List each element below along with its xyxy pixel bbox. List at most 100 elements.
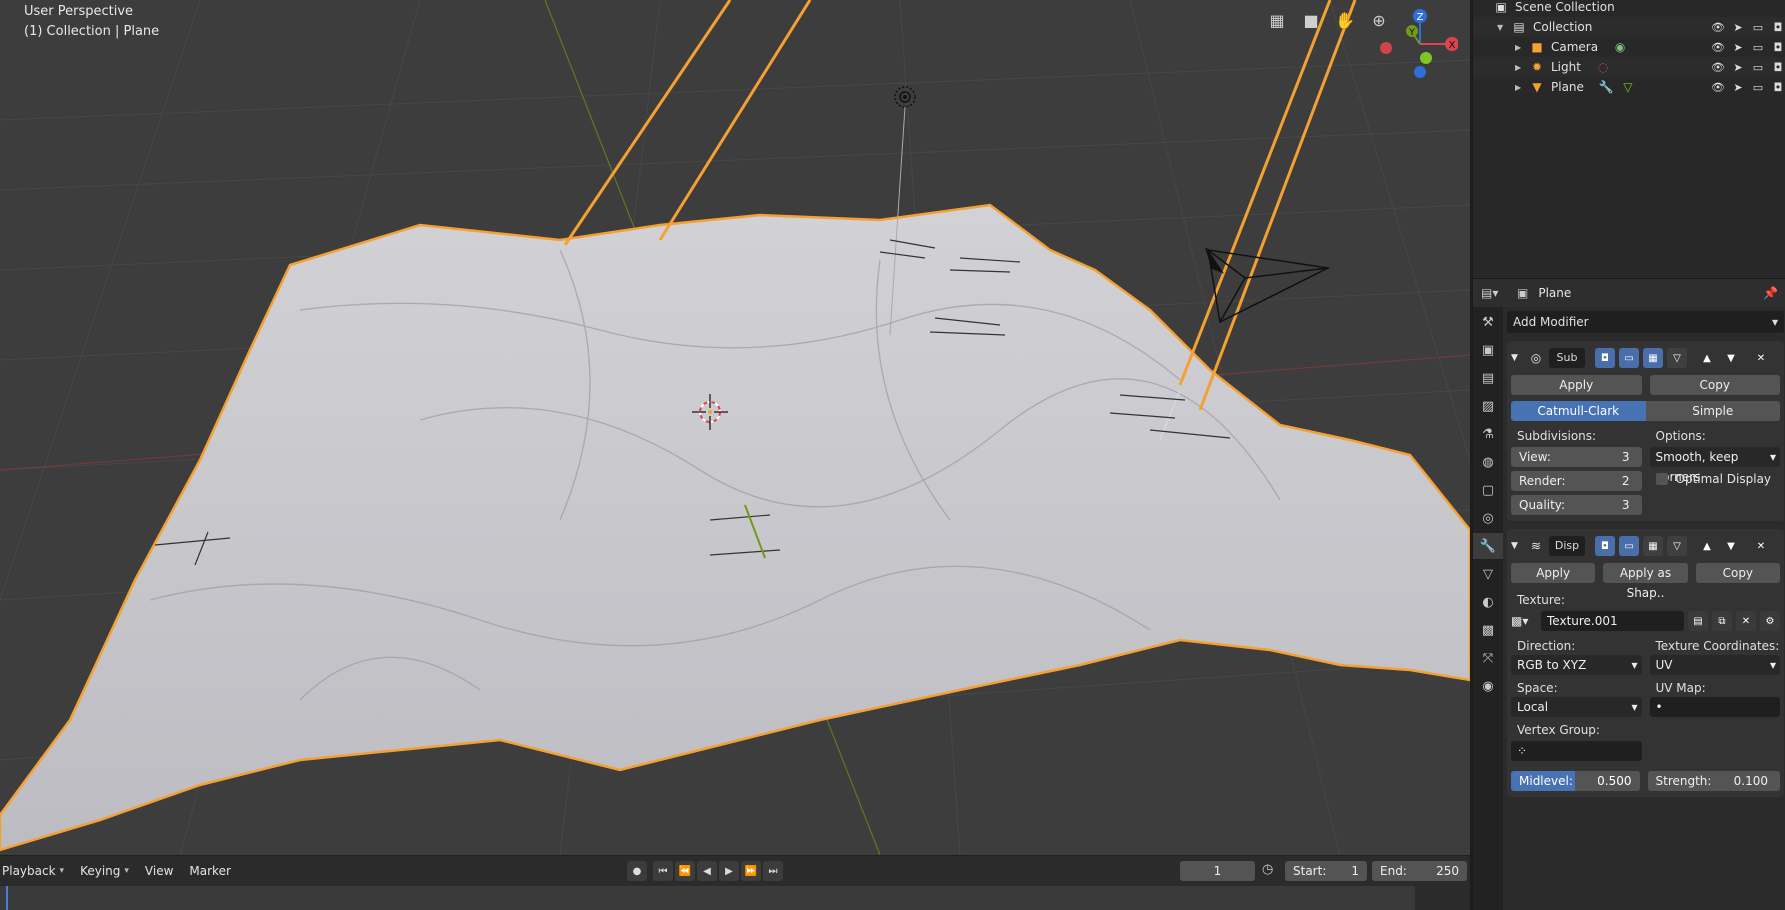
timeline-track[interactable] xyxy=(0,886,1415,910)
monitor-icon[interactable]: ▭ xyxy=(1750,39,1766,55)
gizmo-neg-x-handle[interactable] xyxy=(1380,42,1392,54)
uv-smooth-dropdown[interactable]: Smooth, keep corners ▾ xyxy=(1649,447,1780,484)
camera-data-icon[interactable]: ◉ xyxy=(1612,39,1628,55)
3d-viewport[interactable]: User Perspective (1) Collection | Plane … xyxy=(0,0,1470,855)
texture-tab-icon[interactable]: ▩ xyxy=(1473,617,1503,643)
outliner-item-camera[interactable]: ▶ ■ Camera ◉ 👁 ➤ ▭ ◘ xyxy=(1473,37,1785,57)
chevron-right-icon[interactable]: ▶ xyxy=(1515,43,1525,52)
texture-name-field[interactable]: Texture.001 xyxy=(1541,611,1684,631)
monitor-icon[interactable]: ▭ xyxy=(1750,19,1766,35)
outliner-scene-collection[interactable]: ▣ Scene Collection xyxy=(1473,0,1785,17)
render-camera-icon[interactable]: ◘ xyxy=(1770,19,1785,35)
chevron-right-icon[interactable]: ▶ xyxy=(1515,83,1525,92)
simple-option[interactable]: Simple xyxy=(1645,401,1780,421)
light-data-icon[interactable]: ◌ xyxy=(1595,59,1611,75)
light-object[interactable] xyxy=(894,86,916,108)
quality-field[interactable]: Quality: 3 xyxy=(1511,495,1642,515)
view-layer-tab-icon[interactable]: ▨ xyxy=(1473,393,1503,419)
end-frame-field[interactable]: End: 250 xyxy=(1372,861,1467,881)
tool-tab-icon[interactable]: ⚒ xyxy=(1473,309,1503,335)
view-levels-field[interactable]: View: 3 xyxy=(1511,447,1642,467)
collapse-triangle-icon[interactable]: ▼ xyxy=(1511,353,1523,363)
displace-copy-button[interactable]: Copy xyxy=(1695,563,1780,583)
outliner-item-plane[interactable]: ▶ ▼ Plane 🔧 ▽ 👁 ➤ ▭ ◘ xyxy=(1473,77,1785,97)
direction-dropdown[interactable]: RGB to XYZ ▾ xyxy=(1511,655,1642,675)
edit-mode-toggle-icon[interactable]: ▦ xyxy=(1643,536,1663,556)
clock-icon[interactable]: ◷ xyxy=(1262,862,1280,880)
gizmo-neg-y-handle[interactable] xyxy=(1420,52,1432,64)
duplicate-icon[interactable]: ⧉ xyxy=(1712,611,1732,631)
navigation-gizmo[interactable]: Z X Y xyxy=(1372,6,1458,84)
render-tab-icon[interactable]: ▣ xyxy=(1473,337,1503,363)
apply-as-shape-button[interactable]: Apply as Shap.. xyxy=(1603,563,1688,600)
monitor-icon[interactable]: ▭ xyxy=(1750,79,1766,95)
strength-field[interactable]: Strength: 0.100 xyxy=(1647,771,1780,791)
properties-editor[interactable]: ▤▾ ▣ Plane 📌 ⚒ ▣ ▤ ▨ ⚗ ◍ ▢ ◎ 🔧 ▽ ◐ ▩ ⤧ ◉… xyxy=(1472,278,1785,910)
next-keyframe-icon[interactable]: ⏩ xyxy=(741,861,761,881)
pin-icon[interactable]: 📌 xyxy=(1763,286,1778,300)
midlevel-slider[interactable]: Midlevel: 0.500 xyxy=(1511,771,1640,791)
eye-icon[interactable]: 👁 xyxy=(1710,19,1726,35)
jump-end-icon[interactable]: ⏭ xyxy=(763,861,783,881)
monitor-icon[interactable]: ▭ xyxy=(1750,59,1766,75)
texture-settings-icon[interactable]: ⚙ xyxy=(1760,611,1780,631)
move-down-icon[interactable]: ▼ xyxy=(1721,348,1741,368)
object-data-tab-icon[interactable]: ◉ xyxy=(1473,673,1503,699)
uv-map-field[interactable]: • xyxy=(1649,697,1780,717)
menu-keying[interactable]: Keying ▾ xyxy=(80,864,137,878)
unlink-icon[interactable]: ✕ xyxy=(1736,611,1756,631)
select-arrow-icon[interactable]: ➤ xyxy=(1730,19,1746,35)
monitor-toggle-icon[interactable]: ▭ xyxy=(1619,348,1639,368)
select-arrow-icon[interactable]: ➤ xyxy=(1730,59,1746,75)
move-down-icon[interactable]: ▼ xyxy=(1721,536,1741,556)
menu-playback[interactable]: Playback ▾ xyxy=(2,864,72,878)
outliner-collection[interactable]: ▼ ▤ Collection 👁 ➤ ▭ ◘ xyxy=(1473,17,1785,37)
menu-view[interactable]: View xyxy=(145,864,181,878)
space-dropdown[interactable]: Local ▾ xyxy=(1511,697,1642,717)
close-icon[interactable]: ✕ xyxy=(1751,348,1771,368)
record-icon[interactable]: ● xyxy=(627,861,647,881)
mesh-data-icon[interactable]: ▽ xyxy=(1620,79,1636,95)
close-icon[interactable]: ✕ xyxy=(1751,536,1771,556)
particles-tab-icon[interactable]: ▽ xyxy=(1473,561,1503,587)
hand-pan-icon[interactable]: ✋ xyxy=(1333,8,1357,32)
camera-object[interactable] xyxy=(1205,247,1331,324)
current-frame-field[interactable]: 1 xyxy=(1180,861,1255,881)
subsurf-apply-button[interactable]: Apply xyxy=(1511,375,1642,395)
object-tab-icon[interactable]: ▢ xyxy=(1473,477,1503,503)
editor-type-icon[interactable]: ▤▾ xyxy=(1481,286,1509,300)
modifier-tab-icon[interactable]: 🔧 xyxy=(1473,533,1503,559)
select-arrow-icon[interactable]: ➤ xyxy=(1730,79,1746,95)
gizmo-neg-z-handle[interactable] xyxy=(1414,66,1426,78)
cage-toggle-icon[interactable]: ▽ xyxy=(1667,348,1687,368)
play-icon[interactable]: ▶ xyxy=(719,861,739,881)
eye-icon[interactable]: 👁 xyxy=(1710,59,1726,75)
camera-render-toggle-icon[interactable]: ◘ xyxy=(1595,348,1615,368)
displace-name-field[interactable]: Disp xyxy=(1549,536,1585,556)
subsurf-name-field[interactable]: Sub xyxy=(1549,348,1585,368)
move-up-icon[interactable]: ▲ xyxy=(1697,536,1717,556)
constraints-tab-icon[interactable]: ⤧ xyxy=(1473,645,1503,671)
camera-render-toggle-icon[interactable]: ◘ xyxy=(1595,536,1615,556)
menu-marker[interactable]: Marker xyxy=(189,864,238,878)
render-camera-icon[interactable]: ◘ xyxy=(1770,59,1785,75)
modifier-wrench-icon[interactable]: 🔧 xyxy=(1598,79,1614,95)
outliner[interactable]: ▣ Scene Collection ▼ ▤ Collection 👁 ➤ ▭ ◘ ▶… xyxy=(1472,0,1785,278)
playhead[interactable] xyxy=(6,886,8,910)
material-tab-icon[interactable]: ◐ xyxy=(1473,589,1503,615)
checkbox-box[interactable] xyxy=(1655,473,1668,485)
vertex-group-field[interactable]: ⁘ xyxy=(1511,741,1642,761)
chevron-right-icon[interactable]: ▶ xyxy=(1515,63,1525,72)
subsurf-copy-button[interactable]: Copy xyxy=(1649,375,1780,395)
select-arrow-icon[interactable]: ➤ xyxy=(1730,39,1746,55)
eye-icon[interactable]: 👁 xyxy=(1710,39,1726,55)
play-reverse-icon[interactable]: ◀ xyxy=(697,861,717,881)
collapse-triangle-icon[interactable]: ▼ xyxy=(1511,541,1523,551)
eye-icon[interactable]: 👁 xyxy=(1710,79,1726,95)
displace-apply-button[interactable]: Apply xyxy=(1511,563,1596,583)
grid-icon[interactable]: ▦ xyxy=(1265,8,1289,32)
texture-coordinates-dropdown[interactable]: UV ▾ xyxy=(1649,655,1780,675)
monitor-toggle-icon[interactable]: ▭ xyxy=(1619,536,1639,556)
edit-mode-toggle-icon[interactable]: ▦ xyxy=(1643,348,1663,368)
world-tab-icon[interactable]: ◍ xyxy=(1473,449,1503,475)
